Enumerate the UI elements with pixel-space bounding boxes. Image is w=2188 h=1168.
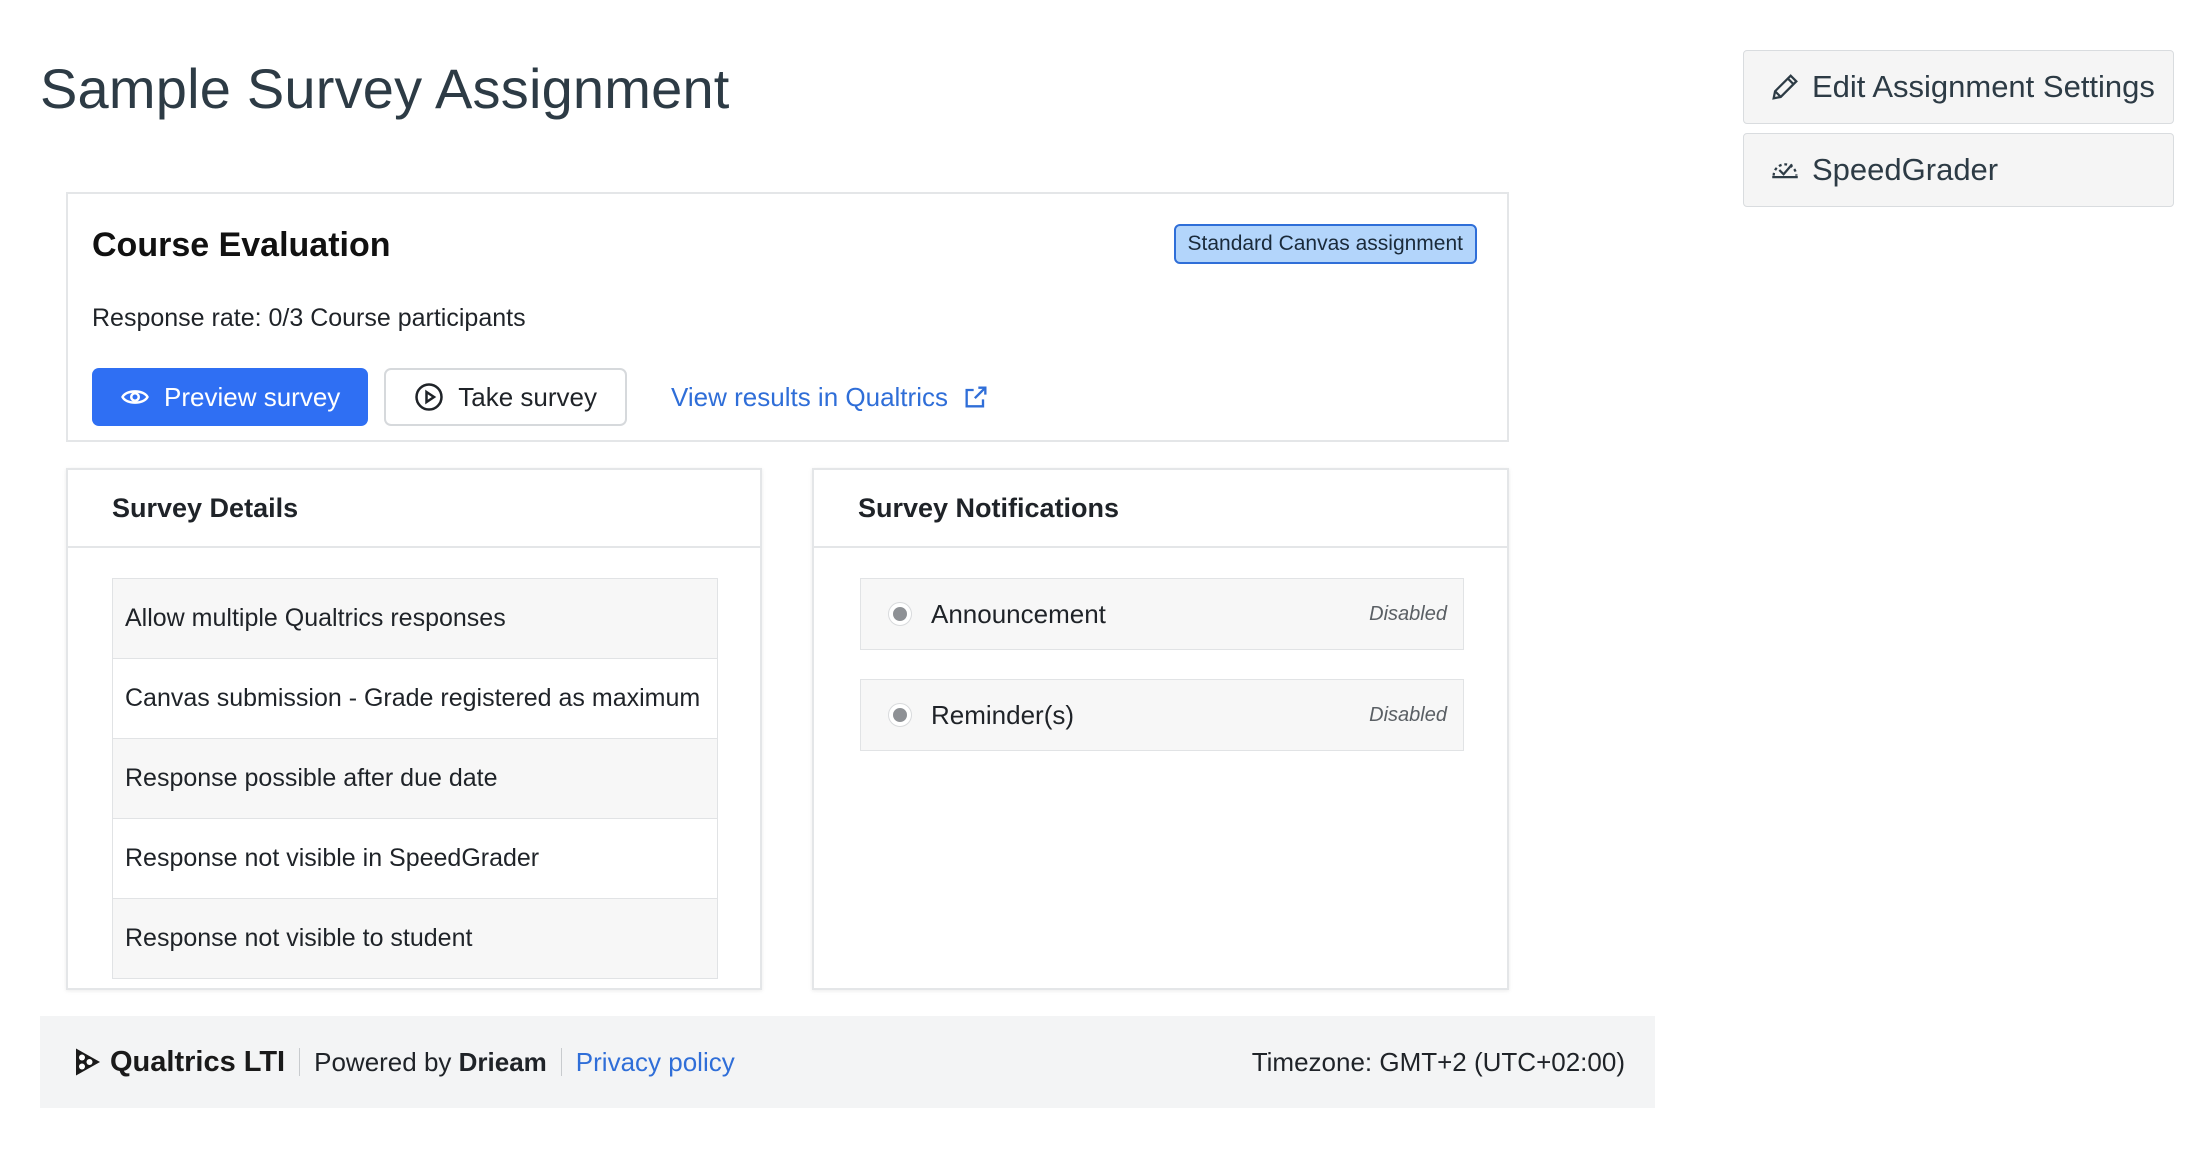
brand-name: Qualtrics LTI — [110, 1045, 286, 1078]
preview-survey-label: Preview survey — [164, 381, 341, 412]
status-dot-icon — [889, 704, 911, 726]
qualtrics-logo-icon — [70, 1044, 106, 1080]
list-item: Response not visible in SpeedGrader — [113, 819, 717, 899]
survey-notifications-panel: Survey Notifications Announcement Disabl… — [812, 468, 1509, 990]
view-results-link[interactable]: View results in Qualtrics — [671, 382, 990, 413]
notification-status: Disabled — [1369, 602, 1447, 625]
divider — [299, 1048, 301, 1076]
notification-label: Reminder(s) — [931, 699, 1075, 730]
survey-details-title: Survey Details — [68, 470, 760, 548]
edit-assignment-settings-button[interactable]: Edit Assignment Settings — [1743, 50, 2174, 124]
speedgrader-icon — [1768, 153, 1802, 187]
page: Sample Survey Assignment Edit Assignment… — [0, 0, 2188, 1168]
list-item: Canvas submission - Grade registered as … — [113, 659, 717, 739]
external-link-icon — [962, 383, 990, 411]
brand: Qualtrics LTI — [70, 1044, 285, 1080]
powered-by-name: Drieam — [458, 1046, 547, 1077]
powered-by-prefix: Powered by — [314, 1046, 459, 1077]
notification-status: Disabled — [1369, 703, 1447, 726]
notification-announcement: Announcement Disabled — [860, 578, 1464, 650]
powered-by: Powered by Drieam — [314, 1047, 547, 1078]
eye-icon — [120, 382, 150, 412]
take-survey-label: Take survey — [458, 381, 598, 412]
privacy-policy-link[interactable]: Privacy policy — [576, 1047, 735, 1078]
course-evaluation-title: Course Evaluation — [92, 226, 391, 264]
assignment-type-badge: Standard Canvas assignment — [1173, 224, 1477, 264]
view-results-label: View results in Qualtrics — [671, 381, 948, 412]
take-survey-button[interactable]: Take survey — [384, 368, 628, 426]
preview-survey-button[interactable]: Preview survey — [92, 368, 369, 426]
list-item: Response not visible to student — [113, 899, 717, 978]
play-circle-icon — [414, 382, 444, 412]
notification-label: Announcement — [931, 598, 1106, 629]
survey-details-panel: Survey Details Allow multiple Qualtrics … — [66, 468, 762, 990]
speedgrader-label: SpeedGrader — [1812, 152, 1999, 187]
survey-details-list: Allow multiple Qualtrics responses Canva… — [112, 578, 718, 979]
course-evaluation-card: Course Evaluation Standard Canvas assign… — [66, 192, 1509, 442]
list-item: Response possible after due date — [113, 739, 717, 819]
timezone: Timezone: GMT+2 (UTC+02:00) — [1251, 1046, 1625, 1077]
notification-reminders: Reminder(s) Disabled — [860, 679, 1464, 751]
footer: Qualtrics LTI Powered by Drieam Privacy … — [40, 1016, 1655, 1108]
page-title: Sample Survey Assignment — [40, 57, 730, 120]
list-item: Allow multiple Qualtrics responses — [113, 579, 717, 659]
status-dot-icon — [889, 603, 911, 625]
pencil-icon — [1768, 70, 1802, 104]
speedgrader-button[interactable]: SpeedGrader — [1743, 133, 2174, 207]
edit-assignment-settings-label: Edit Assignment Settings — [1812, 69, 2155, 104]
response-rate: Response rate: 0/3 Course participants — [92, 304, 526, 332]
survey-notifications-title: Survey Notifications — [814, 470, 1507, 548]
survey-actions: Preview survey Take survey View results … — [92, 368, 990, 426]
divider — [560, 1048, 562, 1076]
